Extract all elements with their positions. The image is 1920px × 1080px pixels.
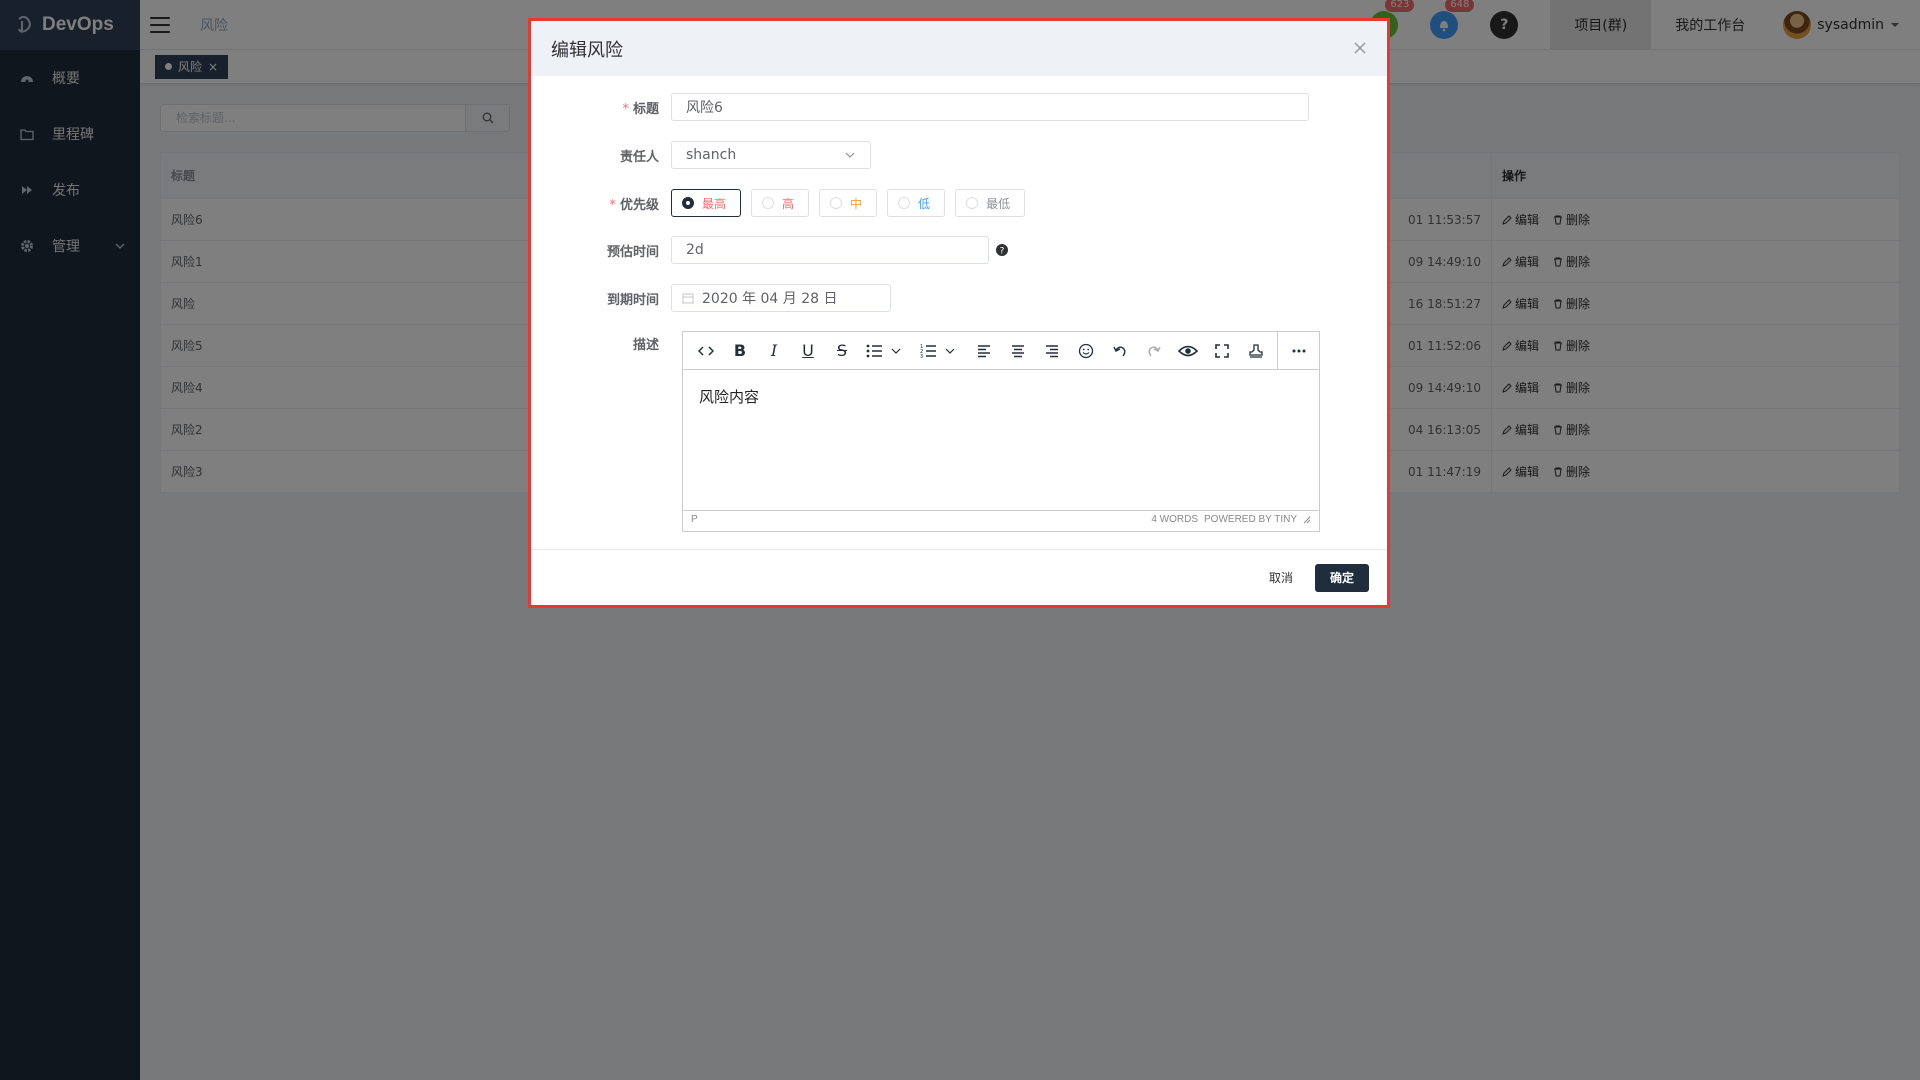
dialog-footer: 取消 确定 [531,549,1387,605]
powered-by[interactable]: POWERED BY TINY [1204,514,1297,525]
edit-risk-dialog: 编辑风险 * 标题 风险6 责任人 shanch * 优先级 最高 高 中 低 最低 预估时… [528,18,1390,608]
radio-circle-icon [898,197,911,209]
chevron-down-icon [845,152,855,158]
due-label: 到期时间 [606,292,659,308]
dialog-header: 编辑风险 [531,21,1387,76]
emoji-icon[interactable] [1069,334,1103,368]
radio-label: 低 [918,196,931,211]
svg-text:3: 3 [920,354,923,359]
rich-text-editor: B I U S 123 风险内容 P 4 WORDS POWERED BY TI… [682,331,1320,532]
undo-icon[interactable] [1103,334,1137,368]
row-priority: * 优先级 最高 高 中 低 最低 [531,189,1035,217]
radio-circle-icon [830,197,843,209]
strikethrough-icon[interactable]: S [825,334,859,368]
row-desc: 描述 [531,334,671,353]
owner-value: shanch [686,147,737,163]
priority-label: * 优先级 [609,197,659,213]
owner-select[interactable]: shanch [671,141,871,169]
dialog-title: 编辑风险 [551,39,623,61]
close-icon[interactable] [1353,41,1367,55]
align-right-icon[interactable] [1035,334,1069,368]
italic-icon[interactable]: I [757,334,791,368]
row-estimate: 预估时间 2d ? [531,236,1009,264]
bullet-list-icon[interactable] [859,334,913,368]
underline-icon[interactable]: U [791,334,825,368]
radio-circle-icon [762,197,775,209]
priority-radio[interactable]: 最低 [955,189,1026,217]
preview-icon[interactable] [1171,334,1205,368]
editor-statusbar: P 4 WORDS POWERED BY TINY [683,510,1319,528]
radio-label: 最低 [986,196,1011,211]
question-circle-icon[interactable]: ? [995,243,1009,257]
due-date-picker[interactable]: 2020 年 04 月 28 日 [671,284,891,312]
word-count: 4 WORDS [1151,514,1199,525]
editor-toolbar: B I U S 123 [683,331,1319,370]
priority-radio[interactable]: 最高 [671,189,742,217]
editor-content[interactable]: 风险内容 [683,370,1319,510]
numbered-list-icon[interactable]: 123 [913,334,967,368]
bold-icon[interactable]: B [723,334,757,368]
resize-handle-icon[interactable] [1303,516,1311,524]
radio-circle-icon [966,197,979,209]
svg-text:?: ? [1000,247,1005,257]
status-path[interactable]: P [691,514,698,525]
estimate-label: 预估时间 [606,244,659,260]
desc-label: 描述 [632,338,659,353]
owner-label: 责任人 [619,149,659,165]
more-icon[interactable] [1282,334,1316,368]
cancel-button[interactable]: 取消 [1263,569,1299,586]
estimate-input[interactable]: 2d [671,236,989,264]
redo-icon[interactable] [1137,334,1171,368]
align-left-icon[interactable] [967,334,1001,368]
code-icon[interactable] [689,334,723,368]
title-input[interactable]: 风险6 [671,93,1309,121]
row-due: 到期时间 2020 年 04 月 28 日 [531,284,891,312]
fullscreen-icon[interactable] [1205,334,1239,368]
radio-label: 高 [782,196,795,211]
row-owner: 责任人 shanch [531,141,871,169]
priority-radio[interactable]: 中 [819,189,878,217]
toolbar-divider [1277,331,1278,370]
calendar-icon [682,293,694,304]
align-center-icon[interactable] [1001,334,1035,368]
radio-circle-icon [682,197,694,209]
radio-label: 中 [850,196,863,211]
radio-label: 最高 [702,196,727,211]
priority-radio-group: 最高 高 中 低 最低 [671,189,1035,217]
row-title: * 标题 风险6 [531,93,1309,121]
confirm-button[interactable]: 确定 [1314,563,1369,592]
title-label: * 标题 [622,101,659,117]
stamp-icon[interactable] [1239,334,1273,368]
priority-radio[interactable]: 低 [887,189,946,217]
priority-radio[interactable]: 高 [751,189,810,217]
due-value: 2020 年 04 月 28 日 [702,291,838,307]
